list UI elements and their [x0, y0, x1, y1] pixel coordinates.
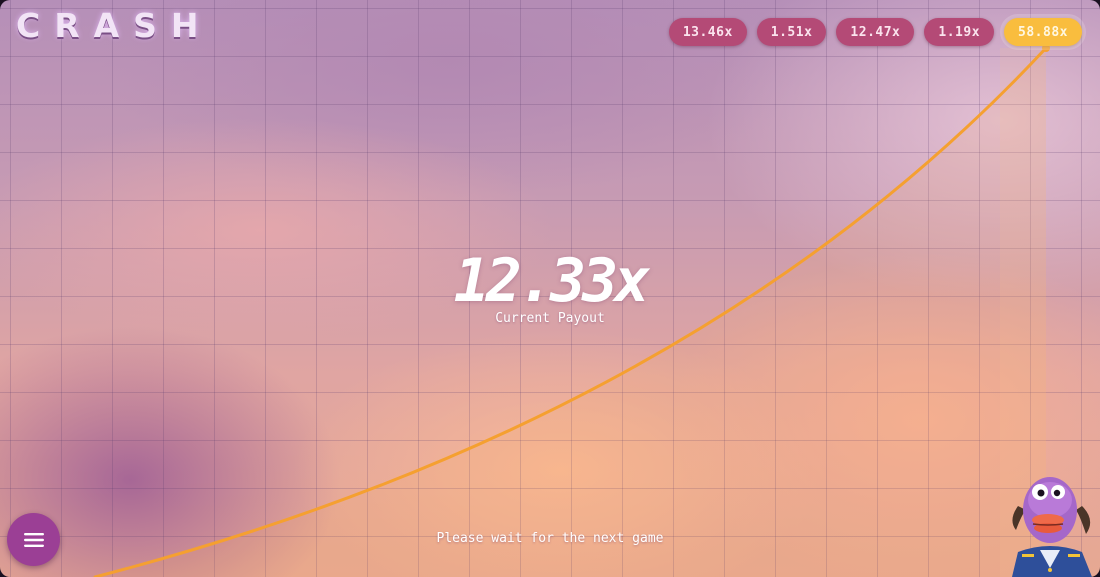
multiplier-history: 13.46x 1.51x 12.47x 1.19x 58.88x — [668, 18, 1082, 46]
status-message: Please wait for the next game — [436, 531, 664, 546]
current-multiplier: 12.33x — [453, 246, 651, 316]
payout-display: 12.33x Current Payout — [350, 245, 750, 326]
hamburger-menu-icon — [23, 532, 44, 547]
history-pill-latest: 58.88x — [1004, 18, 1082, 46]
history-pill: 13.46x — [668, 18, 747, 46]
history-pill: 1.19x — [924, 18, 995, 46]
game-logo: CRASH — [16, 6, 213, 45]
menu-button[interactable] — [7, 513, 60, 566]
game-stage: CRASH 13.46x 1.51x 12.47x 1.19x 58.88x 1… — [0, 0, 1100, 577]
pilot-mascot-character — [1012, 477, 1092, 577]
history-pill: 12.47x — [836, 18, 915, 46]
history-pill: 1.51x — [756, 18, 827, 46]
current-payout-label: Current Payout — [495, 311, 605, 326]
